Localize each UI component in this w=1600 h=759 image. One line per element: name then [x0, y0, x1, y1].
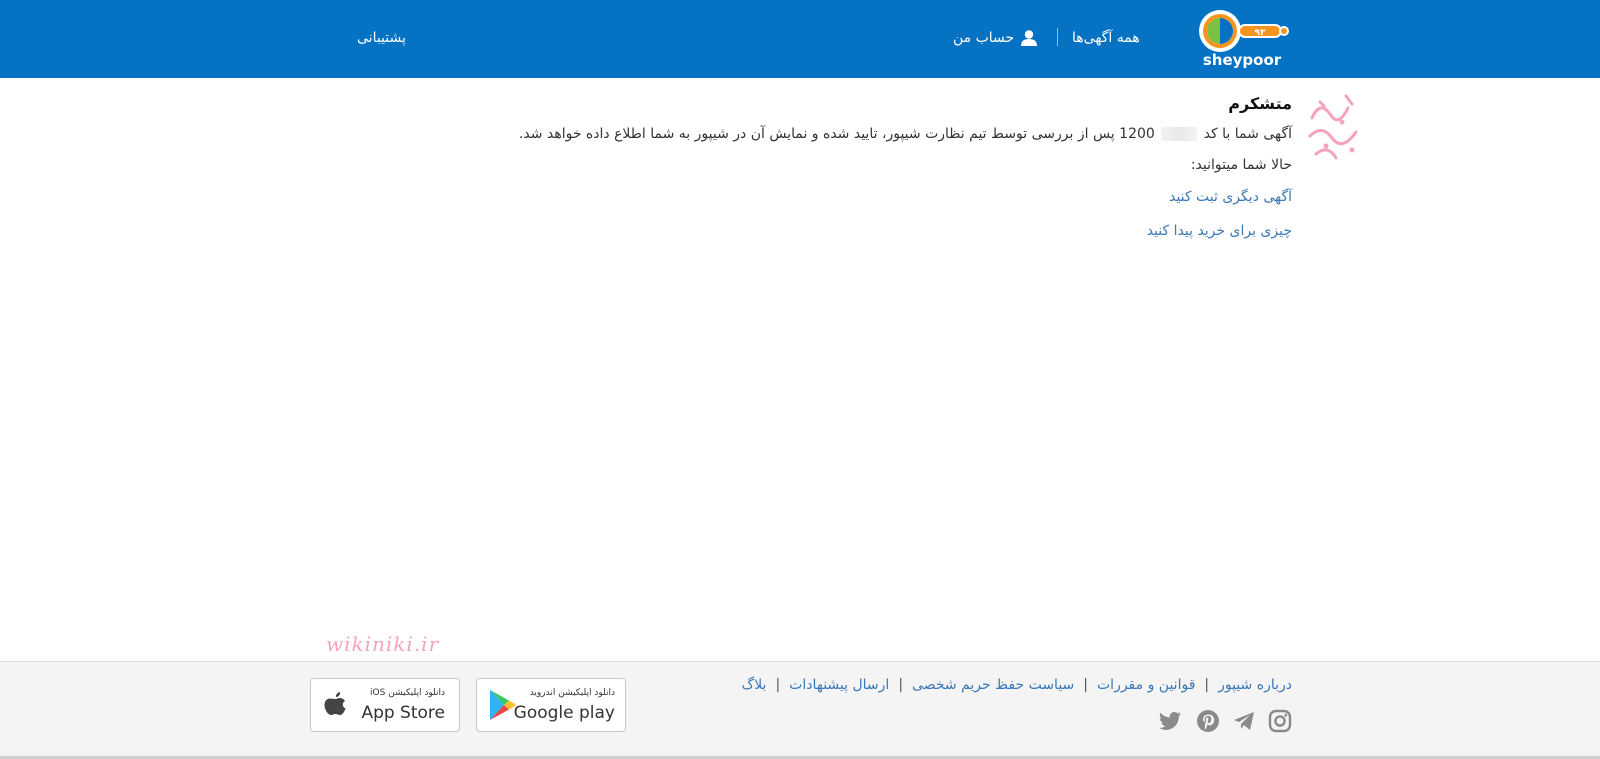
app-store-big-label: App Store — [361, 703, 445, 723]
google-play-icon — [490, 690, 516, 720]
blurred-code — [1161, 127, 1198, 141]
footer-links: درباره شیپور | قوانین و مقررات | سیاست حفظ ح… — [690, 677, 1292, 693]
google-play-big-label: Google play — [513, 703, 615, 723]
message-suffix: پس از بررسی توسط تیم نظارت شیپور، تایید … — [518, 126, 1115, 142]
twitter-icon[interactable] — [1158, 709, 1182, 733]
google-play-button[interactable]: دانلود اپلیکیشن اندروید Google play — [476, 678, 626, 732]
page-title: متشکرم — [1228, 94, 1292, 113]
nav-all-ads[interactable]: همه آگهی‌ها — [1072, 26, 1140, 50]
svg-text:۹۳: ۹۳ — [1255, 28, 1266, 38]
footer-link-terms[interactable]: قوانین و مقررات — [1097, 677, 1195, 693]
main-content: متشکرم آگهی شما با کد 1200 پس از بررسی ت… — [470, 90, 1292, 257]
pinterest-icon[interactable] — [1196, 709, 1220, 733]
user-icon — [1021, 30, 1038, 46]
find-to-buy-link[interactable]: چیزی برای خرید پیدا کنید — [470, 223, 1292, 239]
now-you-can-label: حالا شما میتوانید: — [1190, 157, 1292, 173]
footer-link-blog[interactable]: بلاگ — [742, 677, 767, 693]
post-another-ad-link[interactable]: آگهی دیگری ثبت کنید — [470, 189, 1292, 205]
footer-separator: | — [898, 677, 904, 693]
footer-separator: | — [1083, 677, 1088, 693]
nav-account[interactable]: حساب من — [953, 26, 1038, 50]
footer-link-about[interactable]: درباره شیپور — [1218, 677, 1292, 693]
nav-separator — [1057, 28, 1058, 46]
footer-link-feedback[interactable]: ارسال پیشنهادات — [789, 677, 889, 693]
footer-link-privacy[interactable]: سیاست حفظ حریم شخصی — [912, 677, 1074, 693]
ad-code: 1200 — [1119, 126, 1155, 142]
watermark-site-text: wikiniki.ir — [326, 632, 440, 656]
nav-account-label: حساب من — [953, 30, 1015, 46]
footer-separator: | — [775, 677, 781, 693]
google-play-small-label: دانلود اپلیکیشن اندروید — [529, 688, 615, 698]
app-store-small-label: دانلود اپلیکیشن iOS — [370, 688, 445, 698]
instagram-icon[interactable] — [1268, 709, 1292, 733]
apple-icon — [324, 692, 346, 715]
nav-support[interactable]: پشتیبانی — [357, 26, 406, 50]
app-store-button[interactable]: دانلود اپلیکیشن iOS App Store — [310, 678, 460, 732]
telegram-icon[interactable] — [1232, 709, 1256, 733]
brand-name: sheypoor — [1202, 51, 1282, 69]
site-header: ۹۳ sheypoor همه آگهی‌ها حساب من پشتیبانی — [0, 0, 1600, 78]
watermark-logo-icon — [1308, 94, 1358, 160]
site-footer: درباره شیپور | قوانین و مقررات | سیاست حفظ ح… — [0, 661, 1600, 759]
confirmation-message: آگهی شما با کد 1200 پس از بررسی توسط تیم… — [470, 123, 1292, 145]
message-prefix: آگهی شما با کد — [1203, 126, 1292, 142]
footer-separator: | — [1204, 677, 1210, 693]
